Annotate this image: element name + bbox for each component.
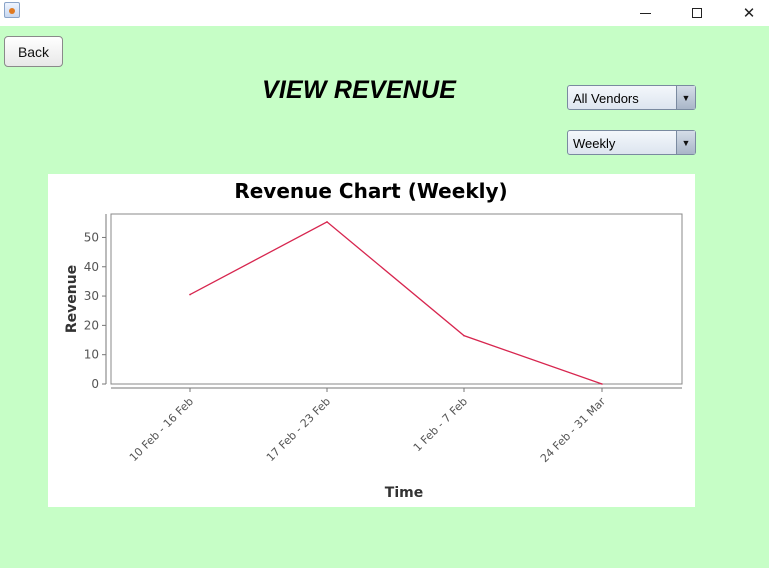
y-tick-label: 40	[84, 260, 99, 274]
x-tick-label: 10 Feb - 16 Feb	[127, 395, 196, 464]
minimize-button[interactable]	[622, 0, 668, 26]
dropdown-arrow-icon[interactable]: ▼	[676, 131, 695, 154]
data-point	[463, 334, 465, 337]
x-tick-label: 17 Feb - 23 Feb	[264, 395, 333, 464]
page-title: VIEW REVENUE	[262, 76, 457, 104]
vendor-select[interactable]: All Vendors ▼	[567, 85, 696, 110]
chart-title: Revenue Chart (Weekly)	[234, 179, 507, 203]
data-point	[601, 383, 603, 385]
title-bar: ✕	[0, 0, 769, 26]
x-axis-label: Time	[385, 485, 423, 501]
close-icon: ✕	[742, 4, 756, 22]
close-button[interactable]: ✕	[726, 0, 769, 26]
dropdown-arrow-icon[interactable]: ▼	[676, 86, 695, 109]
plot-area	[110, 213, 683, 385]
period-select-value: Weekly	[573, 136, 616, 151]
data-point	[326, 221, 328, 223]
back-button[interactable]: Back	[4, 36, 63, 67]
x-tick-label: 24 Feb - 31 Mar	[538, 395, 608, 465]
java-cup-icon	[4, 2, 20, 18]
period-select[interactable]: Weekly ▼	[567, 130, 696, 155]
y-tick-label: 20	[84, 318, 99, 332]
maximize-icon	[692, 8, 702, 18]
y-tick-label: 30	[84, 289, 99, 303]
x-tick-label: 1 Feb - 7 Feb	[411, 395, 470, 454]
maximize-button[interactable]	[674, 0, 720, 26]
y-tick-label: 50	[84, 230, 99, 244]
vendor-select-value: All Vendors	[573, 91, 639, 106]
chart-svg: Revenue Chart (Weekly) Time Revenue 0 10 2…	[64, 179, 683, 501]
revenue-chart: Revenue Chart (Weekly) Time Revenue 0 10 2…	[48, 174, 695, 507]
y-tick-label: 0	[91, 377, 99, 391]
y-tick-label: 10	[84, 348, 99, 362]
y-axis-label: Revenue	[64, 265, 80, 333]
data-point	[189, 293, 191, 296]
minimize-icon	[639, 12, 651, 14]
